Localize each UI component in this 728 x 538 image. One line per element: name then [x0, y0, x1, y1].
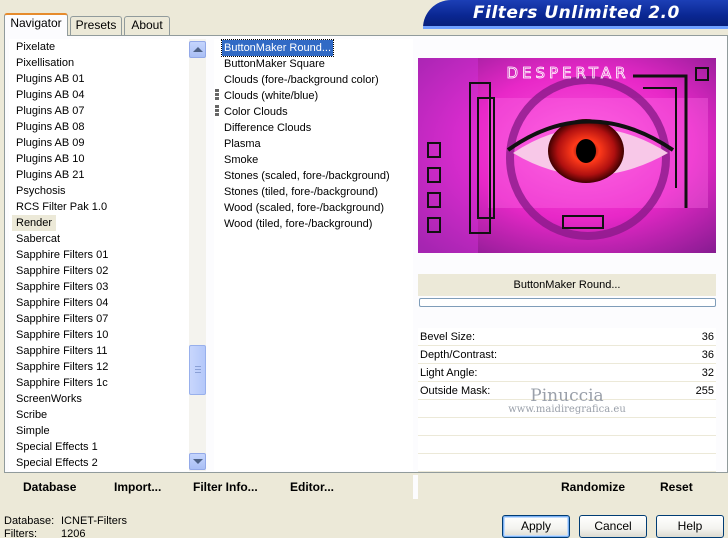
category-item[interactable]: Pixellisation: [12, 55, 78, 71]
watermark-name: Pinuccia: [530, 386, 604, 406]
filter-item[interactable]: Stones (tiled, fore-/background): [222, 184, 380, 200]
filter-item[interactable]: Clouds (white/blue): [222, 88, 320, 104]
category-item[interactable]: Plugins AB 21: [12, 167, 89, 183]
bottom-toolbar: Database Import... Filter Info... Editor…: [9, 475, 716, 499]
watermark-url: www.maidiregrafica.eu: [508, 404, 626, 415]
active-marker-icon: [215, 89, 219, 102]
filter-item[interactable]: Smoke: [222, 152, 260, 168]
category-item[interactable]: Plugins AB 01: [12, 71, 89, 87]
filter-item[interactable]: Wood (scaled, fore-/background): [222, 200, 386, 216]
category-scrollbar[interactable]: [189, 39, 206, 471]
filter-item[interactable]: Stones (scaled, fore-/background): [222, 168, 392, 184]
status-filters-label: Filters:: [4, 528, 37, 538]
chevron-down-icon: [193, 459, 203, 464]
param-value: 255: [695, 385, 714, 397]
category-item[interactable]: Plugins AB 10: [12, 151, 89, 167]
grip-line: [195, 366, 201, 367]
filter-item[interactable]: Difference Clouds: [222, 120, 313, 136]
param-row-empty: [418, 454, 716, 472]
tab-navigator[interactable]: Navigator: [4, 13, 68, 36]
category-item[interactable]: Simple: [12, 423, 54, 439]
param-label: Outside Mask:: [420, 385, 491, 397]
grip-line: [195, 369, 201, 370]
category-item[interactable]: Sapphire Filters 01: [12, 247, 112, 263]
filter-item[interactable]: Clouds (fore-/background color): [222, 72, 381, 88]
param-value: 32: [701, 367, 714, 379]
filter-item[interactable]: Color Clouds: [222, 104, 290, 120]
category-item[interactable]: Plugins AB 09: [12, 135, 89, 151]
category-item[interactable]: Psychosis: [12, 183, 70, 199]
status-database-value: ICNET-Filters: [61, 515, 127, 527]
active-marker-icon: [215, 105, 219, 118]
category-list[interactable]: Pixelate Pixellisation Plugins AB 01 Plu…: [9, 39, 189, 471]
database-button[interactable]: Database: [23, 475, 76, 499]
scroll-thumb[interactable]: [189, 345, 206, 395]
param-value: 36: [701, 349, 714, 361]
category-item[interactable]: Scribe: [12, 407, 51, 423]
param-row-empty: [418, 418, 716, 436]
category-item[interactable]: RCS Filter Pak 1.0: [12, 199, 111, 215]
category-item[interactable]: Plugins AB 07: [12, 103, 89, 119]
scroll-down-button[interactable]: [189, 453, 206, 470]
param-label: Depth/Contrast:: [420, 349, 498, 361]
progress-bar: [419, 298, 716, 307]
param-label: Light Angle:: [420, 367, 478, 379]
grip-line: [195, 372, 201, 373]
import-button[interactable]: Import...: [114, 475, 161, 499]
category-item[interactable]: Sapphire Filters 03: [12, 279, 112, 295]
param-row[interactable]: Bevel Size: 36: [418, 328, 716, 346]
param-row[interactable]: Depth/Contrast: 36: [418, 346, 716, 364]
category-item-selected[interactable]: Render: [12, 215, 57, 231]
apply-button[interactable]: Apply: [502, 515, 570, 538]
category-item[interactable]: Plugins AB 08: [12, 119, 89, 135]
param-value: 36: [701, 331, 714, 343]
watermark: Pinuccia www.maidiregrafica.eu: [497, 386, 637, 415]
filter-item[interactable]: Wood (tiled, fore-/background): [222, 216, 374, 232]
status-filters-value: 1206: [61, 528, 86, 538]
title-banner: Filters Unlimited 2.0: [423, 0, 728, 29]
chevron-up-icon: [193, 47, 203, 52]
selected-filter-name: ButtonMaker Round...: [418, 274, 716, 296]
category-item[interactable]: Pixelate: [12, 39, 59, 55]
category-item[interactable]: Sapphire Filters 04: [12, 295, 112, 311]
tab-presets[interactable]: Presets: [70, 16, 122, 35]
category-item[interactable]: Sapphire Filters 07: [12, 311, 112, 327]
scroll-up-button[interactable]: [189, 41, 206, 58]
reset-button[interactable]: Reset: [660, 475, 693, 499]
preview-image: DESPERTAR: [418, 58, 716, 253]
status-database-label: Database:: [4, 515, 55, 527]
param-row-empty: [418, 436, 716, 454]
param-label: Bevel Size:: [420, 331, 476, 343]
editor-button[interactable]: Editor...: [290, 475, 334, 499]
filter-item[interactable]: Plasma: [222, 136, 263, 152]
filter-item[interactable]: ButtonMaker Square: [222, 56, 327, 72]
filter-preview: DESPERTAR: [418, 58, 716, 253]
param-row[interactable]: Light Angle: 32: [418, 364, 716, 382]
preview-text: DESPERTAR: [506, 64, 629, 82]
category-item[interactable]: Sabercat: [12, 231, 64, 247]
filter-item-selected[interactable]: ButtonMaker Round...: [220, 39, 335, 57]
filter-info-button[interactable]: Filter Info...: [193, 475, 258, 499]
randomize-button[interactable]: Randomize: [561, 475, 625, 499]
category-item[interactable]: Special Effects 1: [12, 439, 102, 455]
category-item[interactable]: Sapphire Filters 10: [12, 327, 112, 343]
category-item[interactable]: Sapphire Filters 12: [12, 359, 112, 375]
category-item[interactable]: Plugins AB 04: [12, 87, 89, 103]
filter-list[interactable]: ButtonMaker Round... ButtonMaker Square …: [214, 39, 413, 471]
toolbar-divider: [413, 475, 418, 499]
help-button[interactable]: Help: [656, 515, 724, 538]
category-item[interactable]: Sapphire Filters 02: [12, 263, 112, 279]
cancel-button[interactable]: Cancel: [579, 515, 647, 538]
category-item[interactable]: Sapphire Filters 11: [12, 343, 112, 359]
category-item[interactable]: Sapphire Filters 1c: [12, 375, 112, 391]
tab-about[interactable]: About: [124, 16, 170, 35]
app-title: Filters Unlimited 2.0: [473, 3, 680, 23]
category-item[interactable]: Special Effects 2: [12, 455, 102, 471]
category-item[interactable]: ScreenWorks: [12, 391, 86, 407]
